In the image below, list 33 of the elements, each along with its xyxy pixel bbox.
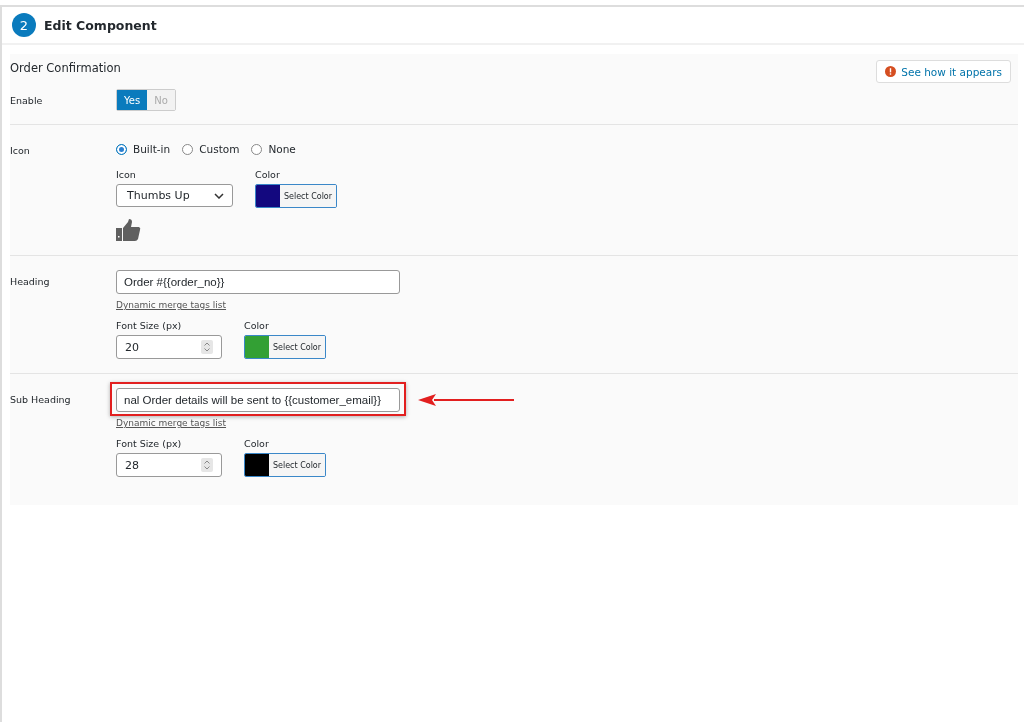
section-title: Order Confirmation <box>10 61 121 75</box>
merge-tags-link[interactable]: Dynamic merge tags list <box>116 418 227 428</box>
chevron-down-icon <box>214 192 224 199</box>
number-field[interactable]: 28 <box>116 453 222 477</box>
field-label: Icon <box>116 169 137 180</box>
text-field[interactable]: nal Order details will be sent to {{customer_email}} <box>116 388 400 412</box>
field-label: Font Size (px) <box>116 438 183 449</box>
field-label: Sub Heading <box>10 394 72 407</box>
header-title: Edit Component <box>44 17 157 33</box>
field-label: Heading <box>10 276 51 289</box>
field-label: Color <box>244 320 270 331</box>
radio-option[interactable]: None <box>251 143 296 155</box>
color-picker[interactable]: Select Color <box>244 453 326 477</box>
preview-button[interactable]: See how it appears <box>876 60 1011 83</box>
color-picker[interactable]: Select Color <box>244 335 326 359</box>
field-label: Color <box>244 438 270 449</box>
number-field[interactable]: 20 <box>116 335 222 359</box>
spinner-icon <box>201 458 213 472</box>
color-picker[interactable]: Select Color <box>255 184 337 208</box>
field-label: Color <box>255 169 281 180</box>
icon-select[interactable]: Thumbs Up <box>116 184 233 207</box>
radio-option[interactable]: Custom <box>182 143 240 155</box>
field-label: Icon <box>10 145 31 158</box>
field-label: Font Size (px) <box>116 320 183 331</box>
text-field[interactable]: Order #{{order_no}} <box>116 270 400 294</box>
thumbs-up-icon <box>116 219 141 241</box>
field-label: Enable <box>10 94 44 106</box>
spinner-icon <box>201 340 213 354</box>
radio-option[interactable]: Built-in <box>116 143 171 155</box>
toggle-option[interactable]: Yes <box>117 90 148 110</box>
alert-icon <box>885 66 897 77</box>
merge-tags-link[interactable]: Dynamic merge tags list <box>116 300 227 310</box>
step-number-badge: 2 <box>12 13 36 37</box>
